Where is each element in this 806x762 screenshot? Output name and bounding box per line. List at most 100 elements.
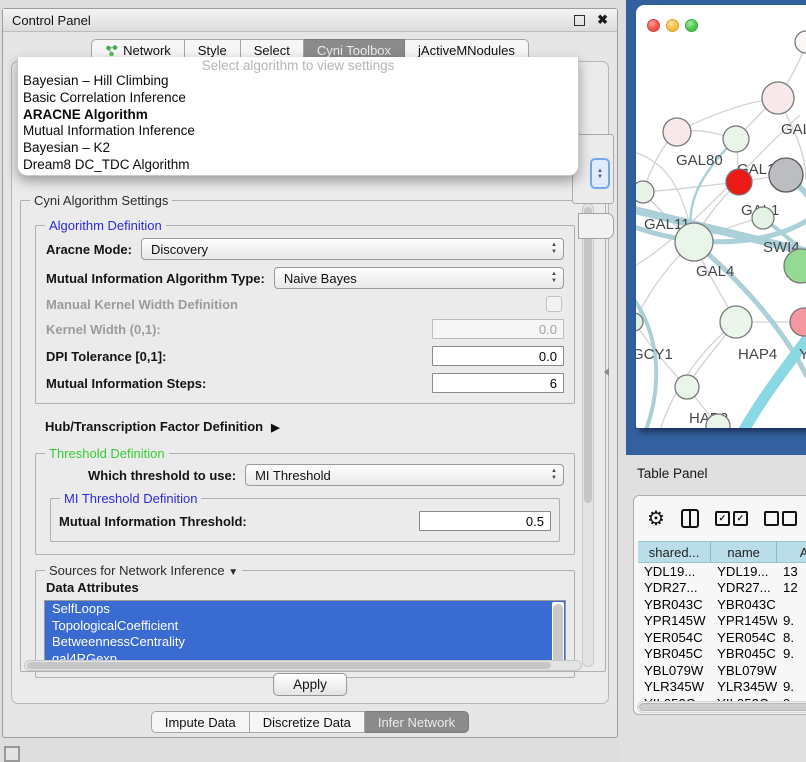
table-panel: Table Panel ⚙ ✓✓ shared...nameAYDL19...Y… (620, 455, 806, 762)
attribute-item-selected[interactable]: BetweennessCentrality (45, 634, 565, 651)
network-canvas[interactable]: GALGAL80GAL10GAL1GAL11SWI4GAL4GCY1HAP4YH… (636, 5, 806, 428)
table-cell: YBR045C (711, 646, 777, 661)
stepper-icon: ▲▼ (551, 242, 557, 256)
table-cell: YER054C (711, 630, 777, 645)
list-vertical-scrollbar[interactable] (552, 602, 564, 667)
algorithm-dropdown-popup: Select algorithm to view settings Bayesi… (17, 57, 579, 176)
select-all-checkbox-icon[interactable]: ✓✓ (715, 511, 748, 526)
table-row[interactable]: YLR345WYLR345W9. (638, 679, 806, 696)
algorithm-option[interactable]: Basic Correlation Inference (18, 90, 578, 107)
network-node[interactable] (795, 31, 806, 53)
manual-kernel-checkbox[interactable] (546, 296, 562, 312)
split-pane-handle-icon[interactable] (604, 368, 609, 376)
zoom-traffic-light-icon[interactable] (685, 19, 698, 32)
hub-definition-label: Hub/Transcription Factor Definition (45, 419, 263, 434)
expander-arrow-icon: ▶ (271, 421, 279, 434)
table-row[interactable]: YBR043CYBR043C (638, 596, 806, 613)
table-row[interactable]: YPR145WYPR145W9. (638, 613, 806, 630)
attribute-item-selected[interactable]: SelfLoops (45, 601, 565, 618)
manual-kernel-row: Manual Kernel Width Definition (46, 296, 564, 312)
algorithm-option[interactable]: ARACNE Algorithm (18, 107, 578, 124)
mi-steps-field[interactable] (432, 373, 564, 393)
column-layout-icon[interactable] (681, 509, 699, 528)
cyni-algorithm-settings-title: Cyni Algorithm Settings (30, 193, 172, 208)
cyni-algorithm-settings-group: Cyni Algorithm Settings Algorithm Defini… (20, 200, 606, 672)
table-row[interactable]: YDR27...YDR27...12 (638, 580, 806, 597)
table-cell: YBR045C (638, 646, 711, 661)
data-attributes-label: Data Attributes (46, 580, 566, 595)
network-node-hap2[interactable] (675, 375, 699, 399)
table-row[interactable]: YBR045CYBR045C9. (638, 646, 806, 663)
network-view-window[interactable]: GALGAL80GAL10GAL1GAL11SWI4GAL4GCY1HAP4YH… (636, 5, 806, 428)
dpi-tolerance-row: DPI Tolerance [0,1]: (46, 346, 564, 366)
close-traffic-light-icon[interactable] (647, 19, 660, 32)
algorithm-definition-group: Algorithm Definition Aracne Mode: Discov… (35, 225, 575, 404)
tab-discretize-data[interactable]: Discretize Data (250, 711, 365, 733)
mi-type-row: Mutual Information Algorithm Type: Naive… (46, 267, 564, 289)
table-cell: YLR345W (638, 679, 711, 694)
network-desktop: GALGAL80GAL10GAL1GAL11SWI4GAL4GCY1HAP4YH… (626, 0, 806, 455)
network-node-gal11[interactable] (636, 181, 654, 203)
collapsed-panel-icon[interactable] (4, 746, 20, 762)
deselect-checkbox-icon[interactable] (764, 511, 797, 526)
network-node-gal1[interactable] (726, 169, 752, 195)
table-cell: 9. (777, 679, 806, 694)
table-cell: YDR27... (711, 580, 777, 595)
dpi-tolerance-field[interactable] (432, 346, 564, 366)
table-cell: 9. (777, 613, 806, 628)
aracne-mode-row: Aracne Mode: Discovery ▲▼ (46, 238, 564, 260)
algorithm-option[interactable]: Bayesian – K2 (18, 140, 578, 157)
column-header-3[interactable]: A (777, 541, 806, 563)
network-node-hap4[interactable] (720, 306, 752, 338)
mi-threshold-field[interactable] (419, 511, 551, 531)
table-cell: YLR345W (711, 679, 777, 694)
scrollbar-thumb[interactable] (553, 604, 563, 665)
scrollbar-thumb[interactable] (27, 662, 551, 669)
node-label: Y (799, 346, 806, 363)
network-node[interactable] (769, 158, 803, 192)
scrollbar-thumb[interactable] (584, 207, 592, 503)
node-label: GAL80 (676, 152, 723, 169)
mi-type-select[interactable]: Naive Bayes ▲▼ (274, 267, 564, 289)
sources-title[interactable]: Sources for Network Inference ▼ (45, 563, 242, 578)
algorithm-option[interactable]: Dream8 DC_TDC Algorithm (18, 157, 578, 174)
kernel-width-field (432, 319, 564, 339)
tab-label: Infer Network (378, 715, 455, 730)
algorithm-option[interactable]: Bayesian – Hill Climbing (18, 73, 578, 90)
mi-threshold-row: Mutual Information Threshold: (59, 511, 551, 531)
minimize-traffic-light-icon[interactable] (666, 19, 679, 32)
hub-definition-expander[interactable]: Hub/Transcription Factor Definition ▶ (45, 419, 605, 434)
table-row[interactable]: YDL19...YDL19...13 (638, 563, 806, 580)
tab-impute-data[interactable]: Impute Data (151, 711, 250, 733)
table-row[interactable]: YBL079WYBL079W (638, 662, 806, 679)
scrollbar-thumb[interactable] (639, 703, 806, 711)
settings-vertical-scrollbar[interactable] (582, 203, 594, 667)
algorithm-option[interactable]: Mutual Information Inference (18, 123, 578, 140)
tab-label: Select (254, 43, 290, 58)
float-window-icon[interactable] (574, 15, 585, 26)
apply-button[interactable]: Apply (273, 673, 347, 696)
which-threshold-select[interactable]: MI Threshold ▲▼ (245, 464, 564, 486)
column-header-1[interactable]: shared... (638, 541, 711, 563)
network-node-y[interactable] (790, 308, 806, 336)
tab-infer-network[interactable]: Infer Network (365, 711, 469, 733)
table-row[interactable]: YER054CYER054C8. (638, 629, 806, 646)
network-node-gal80[interactable] (663, 118, 691, 146)
network-node-swi4[interactable] (752, 207, 774, 229)
table-cell: 12 (777, 580, 806, 595)
data-attributes-list[interactable]: SelfLoopsTopologicalCoefficientBetweenne… (44, 600, 566, 669)
threshold-definition-group: Threshold Definition Which threshold to … (35, 453, 575, 555)
settings-gear-icon[interactable]: ⚙ (647, 509, 665, 529)
settings-horizontal-scrollbar[interactable] (24, 660, 582, 671)
network-node-gal10[interactable] (723, 126, 749, 152)
aracne-mode-select[interactable]: Discovery ▲▼ (141, 238, 564, 260)
network-node-gal4[interactable] (675, 223, 713, 261)
close-icon[interactable]: ✖ (597, 15, 608, 25)
table-horizontal-scrollbar[interactable] (637, 701, 806, 713)
column-header-2[interactable]: name (711, 541, 777, 563)
attribute-item-selected[interactable]: TopologicalCoefficient (45, 618, 565, 635)
network-node-gal[interactable] (762, 82, 794, 114)
node-table[interactable]: shared...nameAYDL19...YDL19...13YDR27...… (638, 541, 806, 714)
aracne-mode-value: Discovery (151, 242, 208, 257)
tab-label: Style (198, 43, 227, 58)
